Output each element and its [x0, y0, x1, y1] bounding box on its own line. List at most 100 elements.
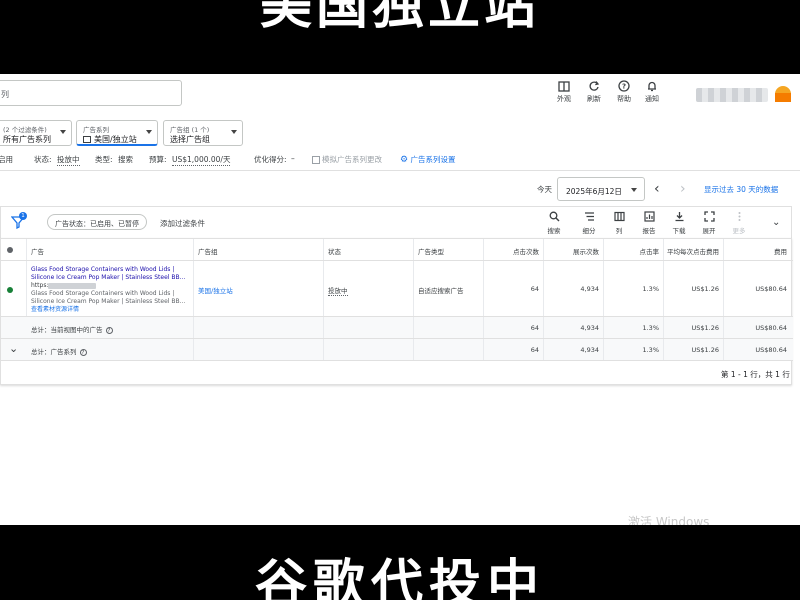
adgroup-cell: 美国/独立站 [194, 261, 324, 316]
search-input[interactable]: 列 [0, 80, 182, 106]
collapse-toolbar-chevron-icon[interactable]: ⌄ [772, 217, 780, 228]
ad-description-2: Silicone Ice Cream Pop Maker | Stainless… [31, 298, 186, 305]
show-last-30-days-link[interactable]: 显示过去 30 天的数据 [704, 184, 778, 195]
add-filter-button[interactable]: 添加过滤条件 [160, 218, 205, 229]
adgroup-dropdown[interactable]: 广告组 (1 个) 选择广告组 [163, 120, 243, 146]
appearance-button[interactable]: 外观 [549, 80, 579, 104]
row-status-cell [1, 261, 27, 316]
totals-view-label: 总计：当前视图中的广告? [31, 324, 113, 334]
simulate-campaign-button[interactable]: 模拟广告系列更改 [312, 154, 382, 165]
chevron-down-icon [146, 130, 152, 134]
clicks-cell: 64 [484, 261, 544, 316]
chevron-down-icon[interactable]: ⌄ [9, 342, 18, 355]
totals-campaign-cpc: US$1.26 [691, 346, 720, 354]
status-cell: 投放中 [324, 261, 414, 316]
budget-label: 预算: [149, 155, 167, 164]
ad-url-prefix: https: [31, 282, 49, 289]
adgroup-dropdown-value: 选择广告组 [170, 135, 210, 144]
col-header-clicks-label: 点击次数 [513, 248, 539, 256]
expand-button[interactable]: 展开 [695, 211, 723, 235]
section-divider [0, 170, 800, 171]
campaign-settings-link[interactable]: ⚙ 广告系列设置 [400, 154, 455, 165]
status-value[interactable]: 投放中 [57, 154, 80, 166]
table-header-row: 广告 广告组 状态 广告类型 点击次数 展示次数 点击率 平均每次点击费用 费用 [1, 239, 793, 261]
col-header-adgroup[interactable]: 广告组 [194, 239, 324, 260]
budget-value[interactable]: US$1,000.00/天 [172, 154, 231, 166]
simulate-label: 模拟广告系列更改 [322, 155, 382, 164]
totals-view-cost: US$80.64 [755, 324, 787, 332]
expand-label: 展开 [702, 227, 716, 235]
totals-campaign-impressions-cell: 4,934 [544, 339, 604, 360]
columns-button[interactable]: 列 [605, 211, 633, 235]
ad-status-value[interactable]: 投放中 [328, 285, 348, 296]
ad-preview[interactable]: Glass Food Storage Containers with Wood … [31, 266, 185, 314]
gear-icon: ⚙ [400, 155, 409, 165]
type-label: 类型: [95, 155, 113, 164]
ctr-cell: 1.3% [604, 261, 664, 316]
avg-cpc-cell: US$1.26 [664, 261, 724, 316]
campaign-dropdown[interactable]: 广告系列 美国/独立站 [76, 120, 158, 146]
adgroup-link[interactable]: 美国/独立站 [198, 285, 233, 295]
status-label: 状态: [34, 155, 52, 164]
col-header-ctr-label: 点击率 [639, 248, 660, 256]
help-icon[interactable]: ? [79, 348, 87, 356]
totals-campaign-cost-cell: US$80.64 [724, 339, 793, 360]
ad-headline-1: Glass Food Storage Containers with Wood … [31, 266, 175, 273]
col-header-ad-label: 广告 [31, 248, 44, 256]
ads-table: 广告 广告组 状态 广告类型 点击次数 展示次数 点击率 平均每次点击费用 费用… [0, 238, 793, 385]
totals-view-text: 总计：当前视图中的广告 [31, 326, 103, 334]
ad-type-value: 自适应搜索广告 [418, 287, 464, 295]
col-header-clicks[interactable]: 点击次数 [484, 239, 544, 260]
previous-period-button[interactable]: ‹ [654, 182, 660, 196]
table-row[interactable]: Glass Food Storage Containers with Wood … [1, 261, 793, 317]
col-header-adtype[interactable]: 广告类型 [414, 239, 484, 260]
help-button[interactable]: ? 帮助 [609, 80, 639, 104]
col-header-status[interactable]: 状态 [324, 239, 414, 260]
totals-view-row: 总计：当前视图中的广告? 64 4,934 1.3% US$1.26 US$80… [1, 317, 793, 339]
col-header-avg-cpc[interactable]: 平均每次点击费用 [664, 239, 724, 260]
campaign-filter-dropdown[interactable]: (2 个过滤条件) 所有广告系列 [0, 120, 72, 146]
refresh-button[interactable]: 刷新 [579, 80, 609, 104]
help-icon[interactable]: ? [105, 326, 113, 334]
chevron-down-icon [231, 130, 237, 134]
totals-campaign-cost: US$80.64 [755, 346, 787, 354]
avg-cpc-value: US$1.26 [691, 285, 720, 293]
campaign-icon [83, 136, 91, 143]
col-header-cost[interactable]: 费用 [724, 239, 793, 260]
date-range-picker[interactable]: 2025年6月12日 [557, 177, 645, 201]
ad-headline-2: Silicone Ice Cream Pop Maker | Stainless… [31, 274, 186, 281]
adgroup-dropdown-label: 广告组 (1 个) [170, 126, 210, 134]
bottom-caption: 谷歌代投中 [254, 555, 545, 600]
col-header-ctr[interactable]: 点击率 [604, 239, 664, 260]
totals-view-label-cell: 总计：当前视图中的广告? [1, 317, 194, 338]
empty-cell [324, 317, 414, 338]
search-icon [549, 211, 559, 222]
segment-button[interactable]: 细分 [575, 211, 603, 235]
totals-campaign-impressions: 4,934 [580, 346, 599, 354]
search-label: 搜索 [547, 227, 561, 235]
date-today-label: 今天 [537, 185, 552, 194]
report-button[interactable]: 报告 [635, 211, 663, 235]
totals-campaign-ctr: 1.3% [642, 346, 659, 354]
ctr-value: 1.3% [642, 285, 659, 293]
date-range-value: 2025年6月12日 [566, 187, 622, 196]
ad-status-filter-pill[interactable]: 广告状态：已启用、已暂停 [47, 214, 147, 230]
search-button[interactable]: 搜索 [540, 211, 568, 235]
notifications-button[interactable]: 通知 [637, 80, 667, 104]
col-header-impressions[interactable]: 展示次数 [544, 239, 604, 260]
ad-cell: Glass Food Storage Containers with Wood … [27, 261, 194, 316]
download-button[interactable]: 下载 [665, 211, 693, 235]
more-label: 更多 [732, 227, 746, 235]
impressions-cell: 4,934 [544, 261, 604, 316]
view-asset-details-link[interactable]: 查看素材资源详情 [31, 306, 185, 314]
chevron-down-icon [631, 188, 637, 192]
campaign-name: 美国/独立站 [94, 135, 137, 144]
more-button[interactable]: 更多 [725, 211, 753, 235]
totals-view-clicks: 64 [530, 324, 539, 332]
next-period-button[interactable]: › [680, 182, 686, 196]
account-info-blurred[interactable] [696, 88, 768, 102]
report-label: 报告 [642, 227, 656, 235]
simulate-icon [312, 156, 320, 164]
col-header-ad[interactable]: 广告 [27, 239, 194, 260]
help-label: 帮助 [617, 95, 631, 103]
